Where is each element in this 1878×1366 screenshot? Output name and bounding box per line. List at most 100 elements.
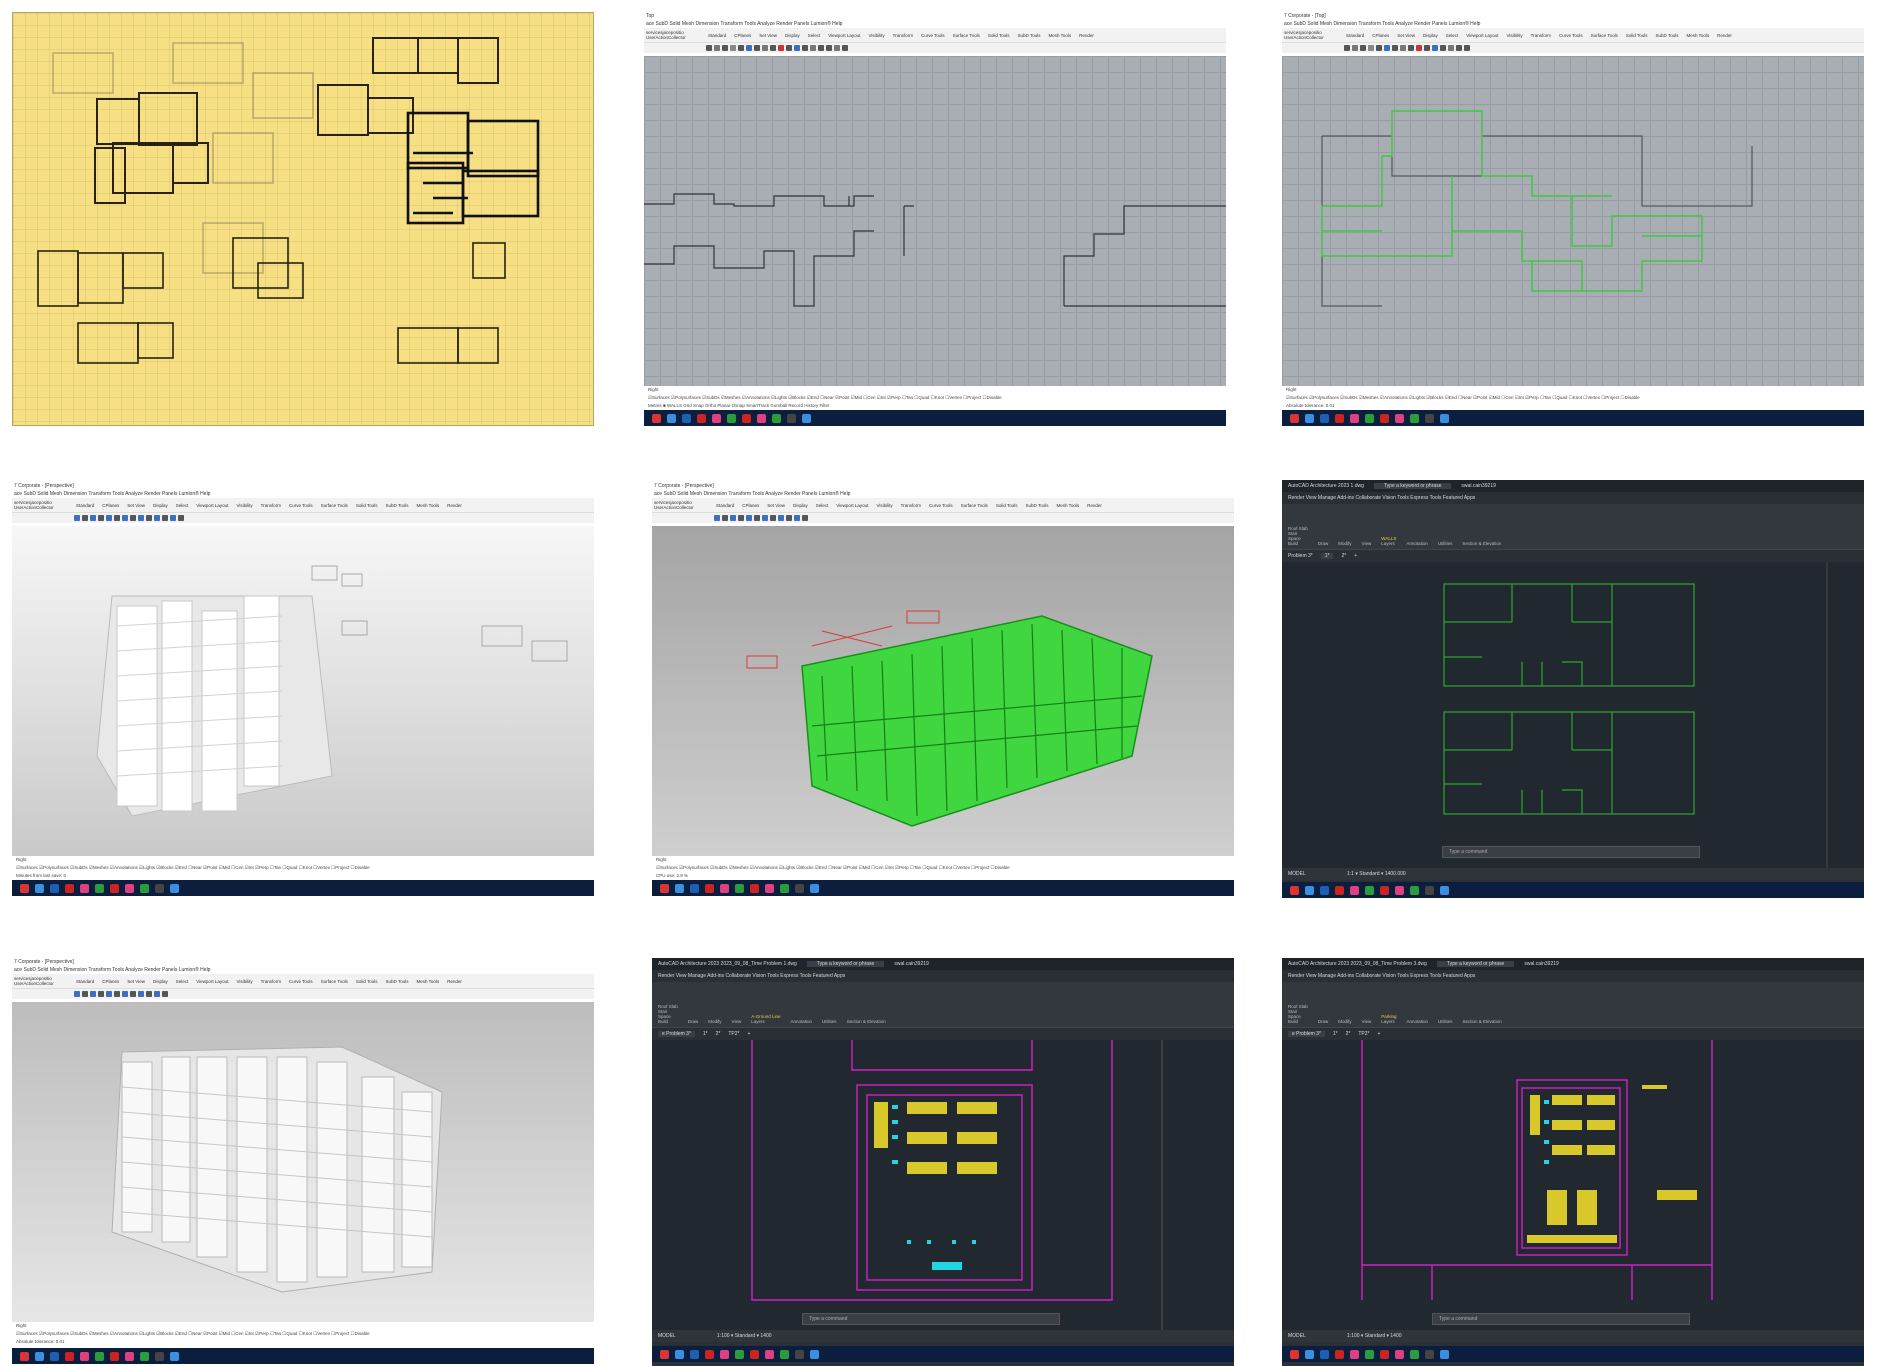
- scale-readout[interactable]: 1:100 ▾ Standard ▾ 1400: [1347, 1333, 1402, 1339]
- tab-set-view[interactable]: Set View: [127, 503, 145, 508]
- ribbon[interactable]: Roof Slab Stair Space Build Draw Modify …: [1282, 504, 1864, 550]
- tab-cplanes[interactable]: CPlanes: [742, 503, 759, 508]
- tool-icon-row[interactable]: [652, 513, 1234, 523]
- taskbar[interactable]: [644, 410, 1226, 426]
- tab-set-view[interactable]: Set View: [767, 503, 785, 508]
- tab-strip[interactable]: Standard CPlanes Set View Display Select…: [1342, 33, 1732, 38]
- tab-solid-tools[interactable]: Solid Tools: [356, 979, 378, 984]
- osnap-bar[interactable]: ☑Surfaces ☑Polysurfaces ☑SubDs ☑Meshes ☑…: [12, 1330, 594, 1338]
- scale-readout[interactable]: 1:1 ▾ Standard ▾ 1400.000: [1347, 871, 1406, 877]
- tab-display[interactable]: Display: [793, 503, 808, 508]
- menu-bar[interactable]: ace SubD Solid Mesh Dimension Transform …: [12, 490, 594, 498]
- group-layers[interactable]: A-Ground Line Layers: [751, 985, 780, 1024]
- tab-standard[interactable]: Standard: [708, 33, 726, 38]
- tab-curve-tools[interactable]: Curve Tools: [921, 33, 945, 38]
- doc-tab[interactable]: 2*: [1346, 1031, 1351, 1037]
- status-bar[interactable]: Metres ■ WALLS Grid Snap Ortho Planar Os…: [644, 402, 1226, 410]
- doc-tab[interactable]: e Problem 3*: [1288, 1031, 1325, 1037]
- search-input[interactable]: Type a keyword or phrase: [1373, 483, 1452, 489]
- tab-cplanes[interactable]: CPlanes: [102, 503, 119, 508]
- osnap-bar[interactable]: ☑Surfaces ☑Polysurfaces ☑SubDs ☑Meshes ☑…: [1282, 394, 1864, 402]
- model-tab[interactable]: MODEL: [658, 1333, 676, 1339]
- tab-render[interactable]: Render: [1087, 503, 1102, 508]
- tab-render[interactable]: Render: [1717, 33, 1732, 38]
- osnap-bar[interactable]: ☑Surfaces ☑Polysurfaces ☑SubDs ☑Meshes ☑…: [652, 864, 1234, 872]
- tab-standard[interactable]: Standard: [76, 503, 94, 508]
- model-tab[interactable]: MODEL: [1288, 1333, 1306, 1339]
- group-annotation[interactable]: Annotation: [791, 985, 813, 1024]
- menu-bar[interactable]: ace SubD Solid Mesh Dimension Transform …: [652, 490, 1234, 498]
- drawing-canvas[interactable]: [652, 1040, 1234, 1330]
- menu-bar[interactable]: ace SubD Solid Mesh Dimension Transform …: [1282, 20, 1864, 28]
- tab-select[interactable]: Select: [816, 503, 829, 508]
- new-tab-icon[interactable]: +: [748, 1031, 751, 1037]
- group-layers[interactable]: WALLS Layers: [1381, 507, 1396, 546]
- viewport-tab-right[interactable]: Right: [1282, 386, 1864, 394]
- tab-solid-tools[interactable]: Solid Tools: [356, 503, 378, 508]
- viewport-tab-right[interactable]: Right: [652, 856, 1234, 864]
- tab-viewport-layout[interactable]: Viewport Layout: [828, 33, 860, 38]
- toolbar-tabs[interactable]: servicesjacepositio UserActionCollector …: [12, 498, 594, 513]
- tab-curve-tools[interactable]: Curve Tools: [289, 503, 313, 508]
- tab-surface-tools[interactable]: Surface Tools: [961, 503, 988, 508]
- group-draw[interactable]: Draw: [1318, 507, 1329, 546]
- tool-icon-row[interactable]: [644, 43, 1226, 53]
- status-bar[interactable]: MODEL 1:100 ▾ Standard ▾ 1400: [1282, 1330, 1864, 1342]
- viewport-tab-right[interactable]: Right: [644, 386, 1226, 394]
- tab-transform[interactable]: Transform: [261, 979, 281, 984]
- tab-display[interactable]: Display: [785, 33, 800, 38]
- viewport-perspective[interactable]: [12, 526, 594, 856]
- doc-tab[interactable]: 2*: [1341, 553, 1346, 559]
- ribbon-tabs[interactable]: Render View Manage Add-ins Collaborate V…: [652, 970, 1234, 982]
- menu-bar[interactable]: ace SubD Solid Mesh Dimension Transform …: [12, 966, 594, 974]
- group-utilities[interactable]: Utilities: [1438, 985, 1453, 1024]
- ribbon[interactable]: Roof Slab Stair Space Build Draw Modify …: [652, 982, 1234, 1028]
- tool-icon-row[interactable]: [12, 989, 594, 999]
- taskbar[interactable]: [1282, 1346, 1864, 1362]
- doc-tab[interactable]: TP2*: [1358, 1031, 1369, 1037]
- taskbar[interactable]: [12, 880, 594, 896]
- tab-transform[interactable]: Transform: [1531, 33, 1551, 38]
- doc-tab[interactable]: Problem 3*: [1288, 553, 1313, 559]
- tab-visibility[interactable]: Visibility: [876, 503, 892, 508]
- doc-tab[interactable]: e Problem 3*: [658, 1031, 695, 1037]
- group-build[interactable]: Roof Slab Stair Space Build: [658, 985, 678, 1024]
- document-tabs[interactable]: Problem 3* 1* 2* +: [1282, 550, 1864, 562]
- tab-curve-tools[interactable]: Curve Tools: [929, 503, 953, 508]
- drawing-canvas[interactable]: [1282, 562, 1864, 868]
- tab-surface-tools[interactable]: Surface Tools: [321, 503, 348, 508]
- status-bar[interactable]: CPU use: 2.9 %: [652, 872, 1234, 880]
- command-input[interactable]: Type a command: [802, 1313, 1060, 1325]
- new-tab-icon[interactable]: +: [1354, 553, 1357, 559]
- tab-cplanes[interactable]: CPlanes: [734, 33, 751, 38]
- status-bar[interactable]: MODEL 1:100 ▾ Standard ▾ 1400: [652, 1330, 1234, 1342]
- search-input[interactable]: Type a keyword or phrase: [1436, 961, 1515, 967]
- tab-viewport-layout[interactable]: Viewport Layout: [196, 979, 228, 984]
- tab-subd-tools[interactable]: SubD Tools: [1026, 503, 1049, 508]
- tab-mesh-tools[interactable]: Mesh Tools: [1048, 33, 1071, 38]
- doc-tab[interactable]: 1*: [1320, 553, 1334, 559]
- group-layers[interactable]: Parking Layers: [1381, 985, 1396, 1024]
- status-bar[interactable]: Absolute tolerance: 0.01: [12, 1338, 594, 1346]
- toolbar-tabs[interactable]: servicesjacepositio UserActionCollector …: [644, 28, 1226, 43]
- group-view[interactable]: View: [732, 985, 742, 1024]
- tab-surface-tools[interactable]: Surface Tools: [1591, 33, 1618, 38]
- tab-solid-tools[interactable]: Solid Tools: [996, 503, 1018, 508]
- group-modify[interactable]: Modify: [1338, 985, 1351, 1024]
- tab-subd-tools[interactable]: SubD Tools: [1018, 33, 1041, 38]
- tab-standard[interactable]: Standard: [1346, 33, 1364, 38]
- tab-solid-tools[interactable]: Solid Tools: [988, 33, 1010, 38]
- doc-tab[interactable]: 1*: [703, 1031, 708, 1037]
- group-utilities[interactable]: Utilities: [822, 985, 837, 1024]
- drawing-canvas[interactable]: [1282, 1040, 1864, 1330]
- group-modify[interactable]: Modify: [708, 985, 721, 1024]
- tab-strip[interactable]: Standard CPlanes Set View Display Select…: [704, 33, 1094, 38]
- viewport-perspective[interactable]: [12, 1002, 594, 1322]
- tab-solid-tools[interactable]: Solid Tools: [1626, 33, 1648, 38]
- doc-tab[interactable]: 2*: [716, 1031, 721, 1037]
- tab-strip[interactable]: Standard CPlanes Set View Display Select…: [72, 979, 462, 984]
- tab-surface-tools[interactable]: Surface Tools: [321, 979, 348, 984]
- command-input[interactable]: Type a command: [1442, 846, 1700, 858]
- tab-select[interactable]: Select: [808, 33, 821, 38]
- toolbar-tabs[interactable]: servicesjacepositio UserActionCollector …: [12, 974, 594, 989]
